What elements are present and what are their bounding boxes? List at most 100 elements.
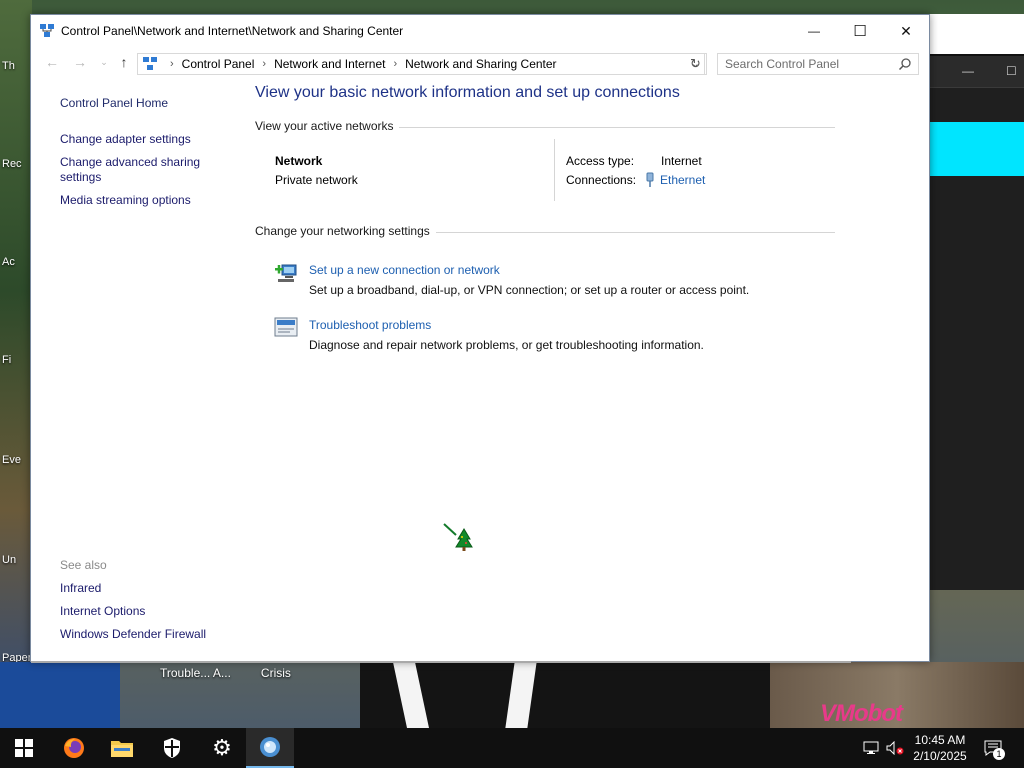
minimize-icon[interactable]: — — [962, 64, 974, 78]
desktop-icon[interactable]: Rec — [2, 158, 32, 170]
ethernet-label[interactable]: Ethernet — [660, 173, 705, 187]
maximize-button[interactable]: ☐ — [837, 15, 883, 47]
taskbar-clock[interactable]: 10:45 AM 2/10/2025 — [905, 732, 975, 764]
taskbar-firefox[interactable] — [50, 728, 98, 768]
network-status-icon — [863, 741, 879, 754]
setup-connection-link[interactable]: Set up a new connection or network — [309, 263, 500, 277]
maximize-icon[interactable]: ☐ — [1006, 64, 1017, 78]
action-center-button[interactable]: 1 — [980, 728, 1006, 768]
desktop-icon[interactable]: Th — [2, 60, 32, 72]
up-button[interactable]: ↑ — [115, 54, 133, 72]
chevron-down-icon: ⌄ — [100, 57, 108, 67]
recent-locations-button[interactable]: ⌄ — [95, 57, 113, 75]
vertical-divider — [554, 139, 555, 201]
taskbar: ⚙ 10:45 AM 2/10/2025 1 — [0, 728, 1024, 768]
minimize-button[interactable]: — — [791, 15, 837, 47]
back-button[interactable]: ← — [43, 54, 61, 72]
gear-icon: ⚙ — [212, 735, 232, 760]
change-advanced-sharing-settings-link[interactable]: Change advanced sharing settings — [60, 155, 220, 185]
windows-defender-firewall-link[interactable]: Windows Defender Firewall — [60, 627, 206, 642]
refresh-button[interactable]: ↻ — [685, 53, 707, 75]
desktop-blue-area — [0, 662, 120, 728]
notification-count-badge: 1 — [993, 748, 1005, 760]
network-icon — [143, 57, 157, 70]
search-input[interactable] — [725, 57, 893, 71]
background-window-cyan-panel — [930, 122, 1024, 176]
taskbar-file-explorer[interactable] — [98, 728, 146, 768]
shield-icon — [164, 738, 180, 758]
desktop-icon[interactable]: Un — [2, 554, 32, 566]
breadcrumb-network-sharing-center[interactable]: Network and Sharing Center — [405, 57, 556, 71]
desktop-icon-label: Un — [2, 554, 17, 566]
breadcrumb-network-internet[interactable]: Network and Internet — [274, 57, 385, 71]
search-icon[interactable] — [898, 57, 912, 71]
setup-connection-description: Set up a broadband, dial-up, or VPN conn… — [309, 283, 750, 297]
desktop-icon[interactable]: Eve — [2, 454, 32, 466]
infrared-link[interactable]: Infrared — [60, 581, 101, 596]
mouse-cursor-icon — [443, 523, 473, 551]
troubleshoot-icon — [274, 317, 298, 337]
window-title: Control Panel\Network and Internet\Netwo… — [61, 24, 404, 38]
network-category[interactable]: Private network — [275, 173, 358, 187]
window-bottom-edge — [31, 661, 851, 663]
desktop-icon-label[interactable]: Trouble... A... — [160, 666, 231, 680]
control-panel-home-link[interactable]: Control Panel Home — [60, 96, 168, 111]
change-settings-title: Change your networking settings — [255, 224, 430, 238]
section-divider — [399, 127, 835, 128]
clock-date: 2/10/2025 — [913, 749, 967, 763]
desktop-icon-label: Fi — [2, 354, 12, 366]
background-window-titlebar: — ☐ — [930, 56, 1024, 88]
access-type-label: Access type: — [566, 154, 635, 168]
desktop-icon-label: Rec — [2, 158, 22, 170]
desktop-road-graphic — [360, 662, 780, 728]
network-app-icon — [40, 24, 54, 37]
ethernet-connection-link[interactable]: Ethernet — [644, 172, 705, 188]
network-tray-button[interactable] — [860, 728, 882, 768]
forward-button[interactable]: → — [71, 54, 89, 72]
troubleshoot-problems-link[interactable]: Troubleshoot problems — [309, 318, 431, 332]
title-bar: Control Panel\Network and Internet\Netwo… — [31, 15, 929, 47]
connections-label: Connections: — [566, 173, 637, 187]
close-button[interactable]: ✕ — [883, 15, 929, 47]
close-icon: ✕ — [900, 22, 912, 39]
desktop-icon[interactable]: Fi — [2, 354, 32, 366]
address-field[interactable]: › Control Panel › Network and Internet ›… — [137, 53, 705, 75]
breadcrumb-control-panel[interactable]: Control Panel — [182, 57, 255, 71]
address-bar-row: ← → ⌄ ↑ › Control Panel › Network and In… — [31, 47, 929, 79]
left-navigation-pane: Control Panel Home Change adapter settin… — [31, 79, 243, 662]
change-adapter-settings-link[interactable]: Change adapter settings — [60, 132, 191, 147]
background-window-top — [930, 14, 1024, 58]
firefox-icon — [64, 738, 84, 758]
maximize-icon: ☐ — [853, 23, 867, 40]
network-sharing-center-window: Control Panel\Network and Internet\Netwo… — [30, 14, 930, 663]
folder-icon — [111, 741, 133, 757]
media-streaming-options-link[interactable]: Media streaming options — [60, 193, 191, 208]
desktop-icon-label: Eve — [2, 454, 21, 466]
clock-time: 10:45 AM — [914, 733, 966, 747]
taskbar-security[interactable] — [148, 728, 196, 768]
refresh-icon: ↻ — [690, 56, 701, 71]
troubleshoot-description: Diagnose and repair network problems, or… — [309, 338, 704, 352]
taskbar-control-panel[interactable] — [246, 728, 294, 768]
active-networks-title: View your active networks — [255, 119, 394, 133]
background-window[interactable]: — ☐ — [930, 56, 1024, 590]
minimize-icon: — — [808, 24, 820, 38]
chevron-right-icon[interactable]: › — [262, 58, 266, 70]
arrow-up-icon: ↑ — [120, 54, 128, 70]
volume-muted-icon — [886, 741, 904, 755]
internet-options-link[interactable]: Internet Options — [60, 604, 145, 619]
desktop-icon-label[interactable]: Crisis — [261, 666, 291, 680]
search-box[interactable] — [717, 53, 919, 75]
start-button[interactable] — [0, 728, 48, 768]
desktop-icon-label: Th — [2, 60, 15, 72]
desktop-icon[interactable]: Ac — [2, 256, 32, 268]
control-panel-icon — [260, 737, 280, 757]
section-divider — [436, 232, 835, 233]
access-type-value: Internet — [661, 154, 702, 168]
desktop-icon-label: Ac — [2, 256, 15, 268]
chevron-right-icon[interactable]: › — [393, 58, 397, 70]
taskbar-settings[interactable]: ⚙ — [198, 728, 246, 768]
chevron-right-icon[interactable]: › — [170, 58, 174, 70]
page-heading: View your basic network information and … — [255, 84, 680, 101]
volume-tray-button[interactable] — [884, 728, 906, 768]
